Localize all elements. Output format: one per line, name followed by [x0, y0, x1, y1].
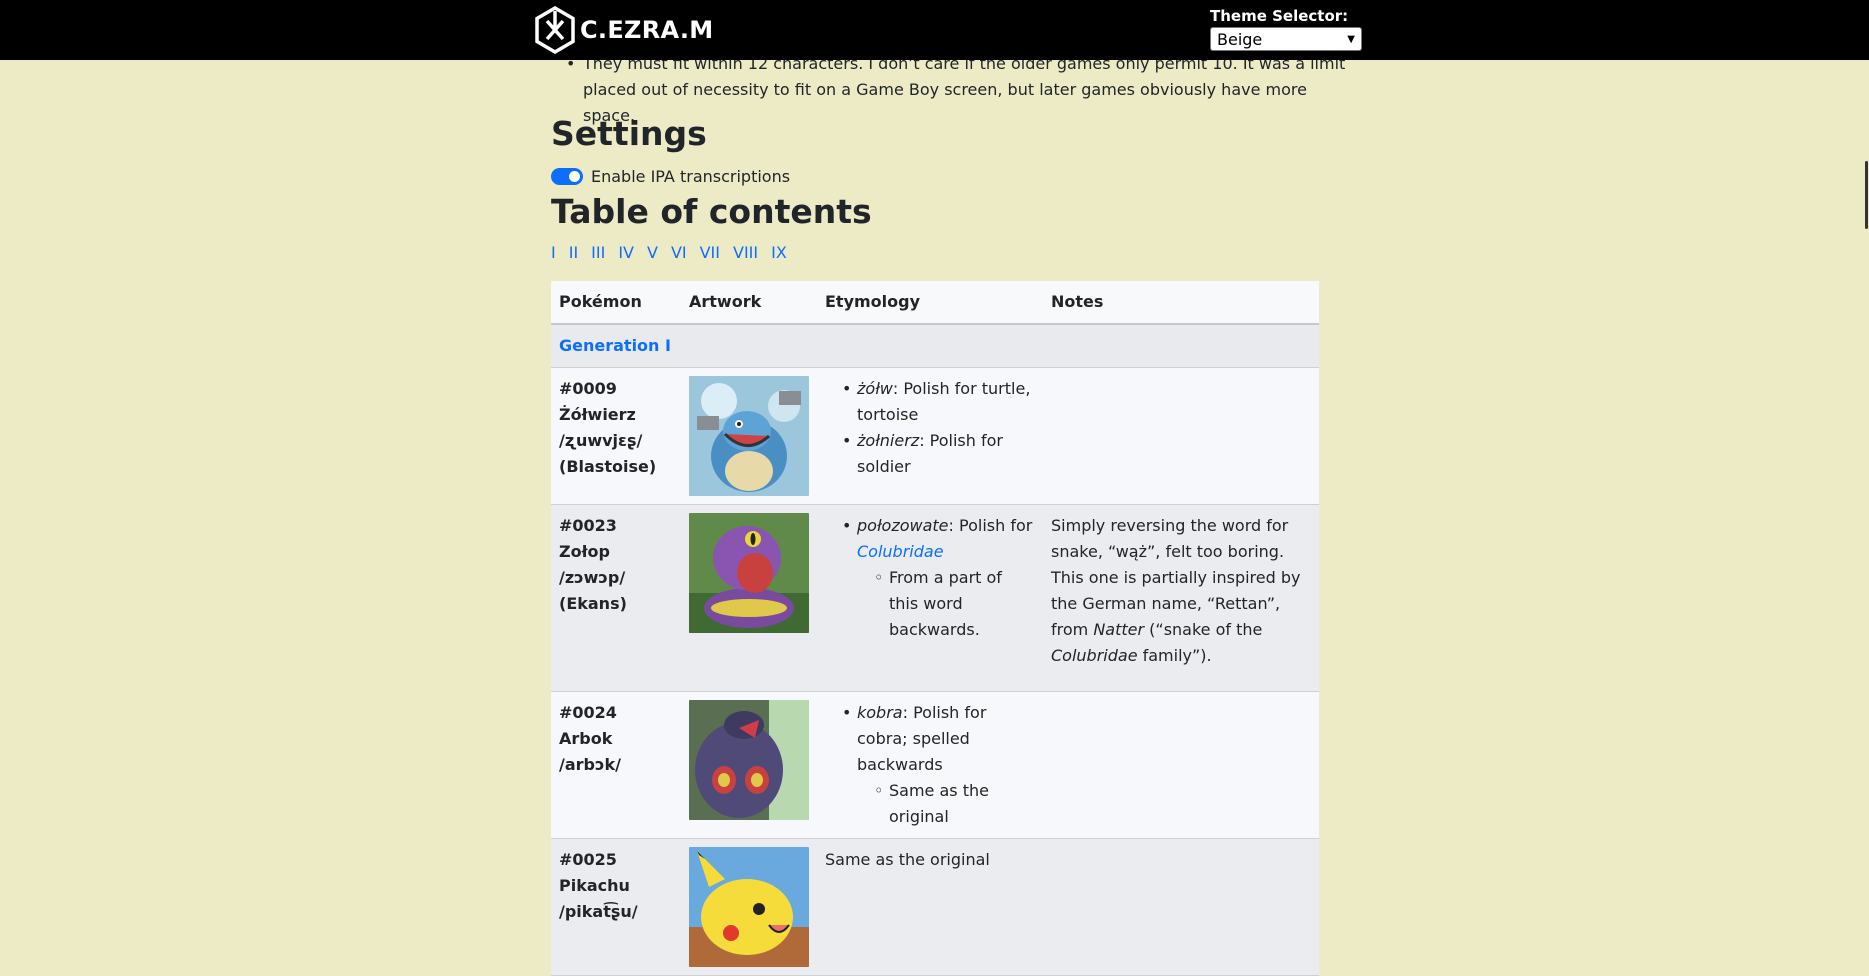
table-row: #0009 Żółwierz /ʐuwvjɛʂ/ (Blastoise) • ż… [551, 367, 1319, 505]
pokemon-number: #0023 [559, 516, 617, 535]
column-header-notes: Notes [1043, 281, 1319, 325]
column-header-etymology: Etymology [817, 281, 1043, 325]
ipa-toggle-switch[interactable] [551, 168, 583, 185]
notes-cell [1043, 367, 1319, 505]
pokemon-original-name: (Ekans) [559, 594, 627, 613]
toc-link-gen-4[interactable]: IV [618, 243, 634, 262]
column-header-artwork: Artwork [681, 281, 817, 325]
pokemon-ipa: /arbɔk/ [559, 755, 621, 774]
etymology-word: żołnierz [857, 431, 920, 450]
toc-link-gen-9[interactable]: IX [771, 243, 787, 262]
toc-link-gen-3[interactable]: III [591, 243, 605, 262]
pokemon-cell: #0025 Pikachu /pikat͡ʂu/ [551, 838, 681, 976]
pokemon-cell: #0023 Zołop /zɔwɔp/ (Ekans) [551, 504, 681, 692]
artwork-cell [681, 504, 817, 692]
ipa-toggle-row[interactable]: Enable IPA transcriptions [551, 167, 790, 186]
page-scrollbar[interactable] [1861, 60, 1869, 975]
toc-link-gen-6[interactable]: VI [671, 243, 687, 262]
notes-cell: Simply reversing the word for snake, “wą… [1043, 504, 1319, 692]
blastoise-artwork-image [689, 376, 809, 496]
toc-link-gen-7[interactable]: VII [700, 243, 720, 262]
etymology-item: połozowate: Polish for Colubridae From a… [842, 513, 1035, 643]
generation-row: Generation I [551, 324, 1319, 368]
notes-text: (“snake of the [1144, 620, 1263, 639]
column-header-pokemon: Pokémon [551, 281, 681, 325]
pokemon-number: #0025 [559, 850, 617, 869]
generation-1-link[interactable]: Generation I [559, 336, 671, 355]
colubridae-link[interactable]: Colubridae [857, 542, 944, 561]
artwork-cell [681, 367, 817, 505]
theme-select-dropdown[interactable]: Beige ▼ [1210, 27, 1362, 51]
pokemon-number: #0009 [559, 379, 617, 398]
pokemon-number: #0024 [559, 703, 617, 722]
etymology-item: kobra: Polish for cobra; spelled backwar… [842, 700, 1035, 830]
pokemon-ipa: /pikat͡ʂu/ [559, 902, 638, 921]
toc-link-gen-2[interactable]: II [569, 243, 578, 262]
etymology-word: połozowate [857, 516, 949, 535]
table-row: #0023 Zołop /zɔwɔp/ (Ekans) • połozowate… [551, 504, 1319, 692]
etymology-cell: Same as the original [817, 838, 1043, 976]
chevron-down-icon: ▼ [1347, 33, 1355, 45]
table-row: #0025 Pikachu /pikat͡ʂu/ Same as the ori… [551, 838, 1319, 976]
notes-text: family”). [1137, 646, 1212, 665]
toc-link-gen-5[interactable]: V [647, 243, 658, 262]
theme-selector-label: Theme Selector: [1210, 7, 1349, 25]
etymology-word: kobra [857, 703, 903, 722]
theme-selector: Theme Selector: Beige ▼ [1210, 7, 1362, 51]
table-header-row: Pokémon Artwork Etymology Notes [551, 281, 1319, 325]
ipa-toggle-label[interactable]: Enable IPA transcriptions [591, 167, 790, 186]
etymology-cell: żółw: Polish for turtle, tortoise żołnie… [817, 367, 1043, 505]
pikachu-artwork-image [689, 847, 809, 967]
pokemon-ipa: /zɔwɔp/ [559, 568, 626, 587]
notes-cell [1043, 691, 1319, 839]
notes-italic: Natter [1093, 620, 1145, 639]
pokemon-ipa: /ʐuwvjɛʂ/ [559, 431, 643, 450]
toc-link-gen-1[interactable]: I [551, 243, 556, 262]
artwork-cell [681, 691, 817, 839]
etymology-cell: połozowate: Polish for Colubridae From a… [817, 504, 1043, 692]
etymology-item: żołnierz: Polish for soldier [842, 428, 1035, 480]
toc-heading: Table of contents [551, 192, 872, 231]
toc-links: I II III IV V VI VII VIII IX [551, 243, 787, 262]
brand-logo-icon [535, 6, 575, 54]
notes-cell [1043, 838, 1319, 976]
arbok-artwork-image [689, 700, 809, 820]
pokemon-cell: #0024 Arbok /arbɔk/ [551, 691, 681, 839]
top-navbar: C.EZRA.M Theme Selector: Beige ▼ [0, 0, 1869, 60]
pokemon-name: Pikachu [559, 876, 630, 895]
settings-heading: Settings [551, 114, 707, 153]
table-row: #0024 Arbok /arbɔk/ • kobra: Polish for … [551, 691, 1319, 839]
etymology-subitem: From a part of this word backwards. [874, 565, 1035, 643]
pokemon-name: Arbok [559, 729, 613, 748]
artwork-cell [681, 838, 817, 976]
pokemon-table: Pokémon Artwork Etymology Notes Generati… [551, 281, 1319, 976]
pokemon-cell: #0009 Żółwierz /ʐuwvjɛʂ/ (Blastoise) [551, 367, 681, 505]
scrollbar-thumb[interactable] [1865, 161, 1868, 229]
etymology-item: żółw: Polish for turtle, tortoise [842, 376, 1035, 428]
pokemon-name: Zołop [559, 542, 610, 561]
pokemon-original-name: (Blastoise) [559, 457, 657, 476]
etymology-cell: kobra: Polish for cobra; spelled backwar… [817, 691, 1043, 839]
pokemon-name: Żółwierz [559, 405, 636, 424]
etymology-text: : Polish for [948, 516, 1033, 535]
ekans-artwork-image [689, 513, 809, 633]
brand-name[interactable]: C.EZRA.M [580, 16, 713, 44]
toc-link-gen-8[interactable]: VIII [733, 243, 758, 262]
theme-select-value: Beige [1217, 29, 1263, 49]
etymology-subitem: Same as the original [874, 778, 1035, 830]
brand-home-link[interactable]: C.EZRA.M [534, 6, 713, 54]
etymology-word: żółw [857, 379, 893, 398]
notes-italic: Colubridae [1051, 646, 1138, 665]
